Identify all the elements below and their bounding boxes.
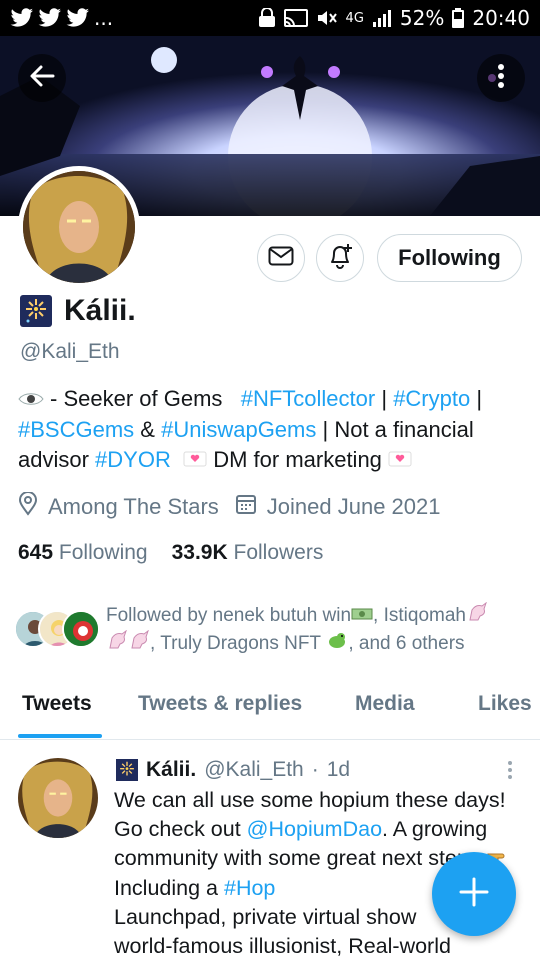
followed-by-prefix: Followed by nenek butuh win bbox=[106, 605, 352, 627]
love-letter-emoji-icon bbox=[388, 446, 412, 476]
network-type: 4G bbox=[345, 10, 364, 26]
followed-by-avatars bbox=[14, 602, 106, 648]
unicorn-emoji-icon bbox=[128, 629, 150, 658]
battery-percent: 52% bbox=[399, 6, 445, 30]
bio-text-3: DM for marketing bbox=[213, 447, 382, 473]
join-date: Joined June 2021 bbox=[235, 493, 441, 521]
profile-bio: - Seeker of Gems #NFTcollector | #Crypto… bbox=[18, 384, 528, 476]
following-count: 645 bbox=[18, 541, 54, 564]
fireworks-emoji-icon bbox=[20, 295, 52, 327]
tab-tweets[interactable]: Tweets bbox=[22, 692, 92, 716]
profile-tabs: Tweets Tweets & replies Media Likes bbox=[0, 684, 540, 740]
mute-icon bbox=[316, 8, 338, 28]
lock-icon bbox=[258, 8, 276, 28]
unicorn-emoji-icon bbox=[106, 629, 128, 658]
join-date-text: Joined June 2021 bbox=[266, 494, 441, 519]
tweet-avatar-image bbox=[18, 758, 98, 838]
following-button[interactable]: Following bbox=[377, 234, 522, 282]
followers-label: Followers bbox=[233, 541, 324, 564]
followers-stat[interactable]: 33.9K Followers bbox=[172, 541, 324, 565]
fireworks-emoji-icon bbox=[116, 759, 138, 781]
compose-tweet-button[interactable] bbox=[432, 852, 516, 936]
arrow-left-icon bbox=[29, 63, 55, 94]
money-emoji-icon bbox=[351, 603, 373, 630]
profile-avatar[interactable] bbox=[18, 166, 140, 288]
eye-emoji-icon bbox=[18, 385, 44, 415]
notifications-button[interactable] bbox=[316, 234, 364, 282]
followed-by-name3: , Truly Dragons NFT bbox=[150, 633, 322, 655]
more-options-button[interactable] bbox=[477, 54, 525, 102]
more-vertical-icon bbox=[497, 63, 505, 94]
following-label: Following bbox=[58, 541, 148, 564]
twitter-icon bbox=[66, 8, 90, 28]
bio-text-1: - Seeker of Gems bbox=[50, 386, 223, 411]
love-letter-emoji-icon bbox=[183, 446, 207, 476]
tweet-avatar[interactable] bbox=[18, 758, 98, 838]
battery-icon bbox=[452, 8, 465, 28]
avatar-image bbox=[23, 171, 135, 283]
tweet-time: 1d bbox=[326, 758, 351, 781]
location-text: Among The Stars bbox=[48, 494, 219, 519]
followers-count: 33.9K bbox=[171, 541, 228, 564]
profile-handle: @Kali_Eth bbox=[20, 340, 120, 363]
bell-plus-icon bbox=[326, 242, 354, 275]
location-pin-icon bbox=[18, 491, 38, 522]
tweet-author-handle[interactable]: @Kali_Eth bbox=[204, 758, 304, 782]
hashtag-nftcollector[interactable]: #NFTcollector bbox=[241, 386, 375, 411]
more-notifications-label: ... bbox=[94, 6, 114, 30]
profile-name-row: Kálii. bbox=[20, 294, 136, 328]
bio-separator-1: | bbox=[381, 386, 388, 411]
tweet-more-button[interactable] bbox=[502, 758, 518, 782]
message-button[interactable] bbox=[257, 234, 305, 282]
tab-media[interactable]: Media bbox=[355, 692, 415, 716]
tweet-separator: · bbox=[311, 758, 319, 781]
back-button[interactable] bbox=[18, 54, 66, 102]
hashtag-crypto[interactable]: #Crypto bbox=[393, 386, 470, 411]
tab-tweets-replies[interactable]: Tweets & replies bbox=[138, 692, 302, 716]
active-tab-indicator bbox=[18, 734, 102, 738]
mail-icon bbox=[268, 246, 294, 271]
profile-meta: Among The Stars Joined June 2021 bbox=[18, 491, 457, 522]
tab-likes[interactable]: Likes bbox=[478, 692, 532, 716]
hashtag-bscgems[interactable]: #BSCGems bbox=[18, 417, 134, 442]
plus-icon bbox=[459, 877, 489, 912]
profile-name: Kálii. bbox=[64, 294, 136, 327]
dragon-emoji-icon bbox=[326, 630, 348, 658]
mini-avatar bbox=[62, 610, 100, 648]
hashtag-uniswapgems[interactable]: #UniswapGems bbox=[161, 417, 316, 442]
followed-by-suffix: , and 6 others bbox=[348, 633, 465, 655]
clock: 20:40 bbox=[472, 6, 530, 30]
calendar-icon bbox=[235, 493, 257, 521]
twitter-icon bbox=[38, 8, 62, 28]
unicorn-emoji-icon bbox=[466, 601, 488, 630]
tweet-header: Kálii. @Kali_Eth · 1d bbox=[116, 758, 350, 782]
twitter-icon bbox=[10, 8, 34, 28]
followed-by-text: Followed by nenek butuh win , Istiqomah … bbox=[106, 601, 488, 658]
cast-icon bbox=[283, 8, 308, 28]
status-bar: ... 4G 52% 20:40 bbox=[0, 0, 540, 36]
followed-by[interactable]: Followed by nenek butuh win , Istiqomah … bbox=[14, 601, 534, 658]
tweet-text-5: world-famous illusionist, Real-world bbox=[114, 933, 451, 958]
tweet-hashtag[interactable]: #Hop bbox=[224, 876, 275, 900]
tweet-text-4: Launchpad, private virtual show bbox=[114, 904, 417, 929]
bio-ampersand: & bbox=[140, 417, 155, 443]
tweet-author-name[interactable]: Kálii. bbox=[146, 758, 196, 782]
followed-by-name2: , Istiqomah bbox=[373, 605, 466, 627]
tweet-mention[interactable]: @HopiumDao bbox=[247, 817, 382, 841]
follow-stats: 645 Following 33.9K Followers bbox=[18, 541, 323, 565]
location: Among The Stars bbox=[18, 491, 219, 522]
hashtag-dyor[interactable]: #DYOR bbox=[95, 447, 171, 472]
signal-icon bbox=[372, 8, 392, 28]
bio-separator-2: | bbox=[476, 386, 483, 411]
following-stat[interactable]: 645 Following bbox=[18, 541, 148, 565]
tweet-text-3: Including a bbox=[114, 875, 218, 900]
